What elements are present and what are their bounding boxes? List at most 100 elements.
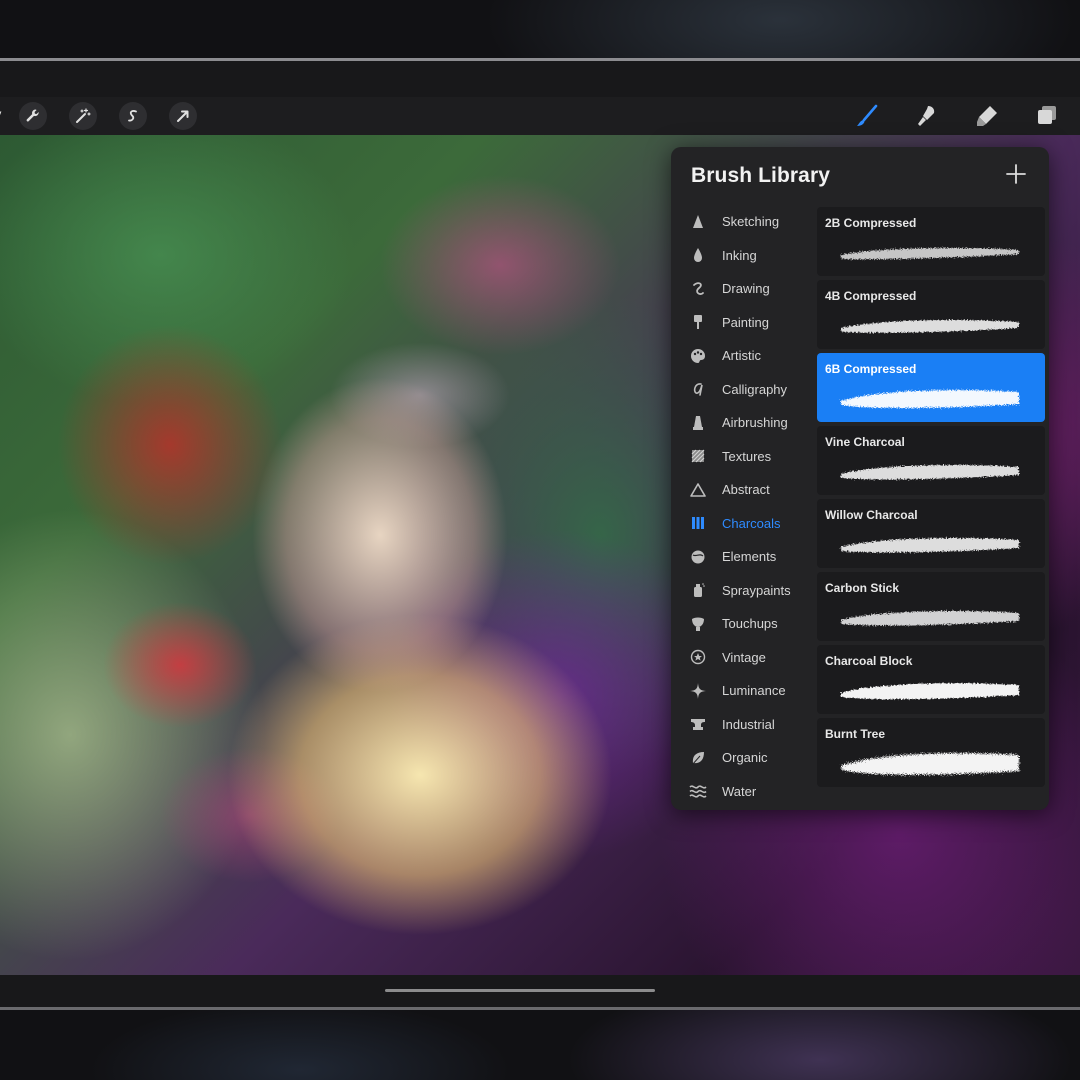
category-sketching[interactable]: Sketching [671, 205, 817, 239]
category-artistic[interactable]: Artistic [671, 339, 817, 373]
brush-library-panel: Brush Library Sketching Inking Drawing P… [671, 147, 1049, 810]
category-label: Textures [722, 448, 772, 464]
luminance-icon [687, 682, 709, 700]
smudge-tool-button[interactable] [914, 103, 940, 129]
brush-stroke-shape [841, 753, 1019, 775]
category-label: Touchups [722, 616, 778, 632]
calligraphy-icon [687, 380, 709, 398]
brush-item[interactable]: Burnt Tree [817, 718, 1045, 787]
adjustments-button[interactable] [69, 102, 98, 130]
elements-icon [687, 548, 709, 566]
brush-stroke-preview [841, 247, 1019, 260]
app-stage: ry [0, 0, 1080, 1080]
wrench-icon [26, 109, 39, 122]
category-label: Charcoals [722, 515, 781, 531]
category-painting[interactable]: Painting [671, 306, 817, 340]
toolbar-left-group: ry [0, 97, 219, 135]
category-calligraphy[interactable]: Calligraphy [671, 373, 817, 407]
brush-stroke-preview [841, 465, 1019, 480]
water-icon [687, 782, 709, 800]
category-industrial[interactable]: Industrial [671, 708, 817, 742]
category-charcoals[interactable]: Charcoals [671, 507, 817, 541]
brush-tool-button[interactable] [854, 103, 880, 129]
top-toolbar: ry [0, 97, 1080, 135]
category-drawing[interactable]: Drawing [671, 272, 817, 306]
layers-button[interactable] [1034, 103, 1060, 129]
brush-stroke-preview [841, 320, 1019, 333]
gallery-button[interactable]: ry [0, 107, 1, 125]
category-luminance[interactable]: Luminance [671, 674, 817, 708]
selection-button[interactable] [119, 102, 148, 130]
anvil-icon [687, 715, 709, 733]
category-airbrushing[interactable]: Airbrushing [671, 406, 817, 440]
spraypaint-icon [687, 581, 709, 599]
category-label: Industrial [722, 716, 775, 732]
category-label: Water [722, 783, 757, 799]
category-textures[interactable]: Textures [671, 440, 817, 474]
category-label: Airbrushing [722, 415, 788, 431]
brush-item[interactable]: 2B Compressed [817, 207, 1045, 276]
drawing-icon [687, 280, 709, 298]
brush-category-list: Sketching Inking Drawing Painting Artist… [671, 205, 817, 808]
brush-item[interactable]: Vine Charcoal [817, 426, 1045, 495]
brush-name: Willow Charcoal [825, 508, 918, 522]
home-indicator [385, 989, 655, 992]
brush-item[interactable]: 4B Compressed [817, 280, 1045, 349]
brush-stroke-preview [841, 390, 1019, 408]
brush-list: 2B Compressed 4B Compressed 6B Compressed V… [817, 207, 1045, 791]
brush-item[interactable]: Carbon Stick [817, 572, 1045, 641]
plus-icon [1006, 164, 1026, 184]
toolbar-right-group [854, 97, 1060, 135]
smudge-icon [918, 106, 935, 126]
magic-wand-icon [76, 108, 91, 123]
brush-stroke-shape [841, 320, 1019, 333]
transform-button[interactable] [169, 102, 198, 130]
brush-name: 2B Compressed [825, 216, 917, 230]
brush-name: 6B Compressed [825, 362, 917, 376]
brush-stroke-shape [841, 247, 1019, 260]
brush-stroke-shape [841, 611, 1019, 626]
airbrush-icon [687, 414, 709, 432]
brush-item[interactable]: Charcoal Block [817, 645, 1045, 714]
category-abstract[interactable]: Abstract [671, 473, 817, 507]
brush-stroke-shape [841, 683, 1019, 700]
category-elements[interactable]: Elements [671, 540, 817, 574]
selection-icon [128, 110, 138, 122]
category-label: Elements [722, 549, 777, 565]
brush-item[interactable]: 6B Compressed [817, 353, 1045, 422]
layers-icon [1038, 106, 1056, 124]
vintage-star-icon [687, 648, 709, 666]
eraser-icon [977, 106, 997, 126]
actions-button[interactable] [19, 102, 48, 130]
category-vintage[interactable]: Vintage [671, 641, 817, 675]
leaf-icon [687, 749, 709, 767]
brush-stroke-preview [841, 683, 1019, 700]
category-label: Artistic [722, 348, 761, 364]
category-label: Painting [722, 314, 769, 330]
brush-stroke-shape [841, 538, 1019, 553]
brush-stroke-preview [841, 611, 1019, 626]
brush-name: Carbon Stick [825, 581, 900, 595]
brush-name: Charcoal Block [825, 654, 913, 668]
brush-name: Burnt Tree [825, 727, 886, 741]
abstract-icon [687, 481, 709, 499]
brush-item[interactable]: Willow Charcoal [817, 499, 1045, 568]
eraser-tool-button[interactable] [974, 103, 1000, 129]
charcoals-icon [687, 514, 709, 532]
palette-icon [687, 347, 709, 365]
sketching-icon [687, 213, 709, 231]
category-label: Sketching [722, 214, 780, 230]
category-water[interactable]: Water [671, 775, 817, 809]
textures-icon [687, 447, 709, 465]
brush-stroke-preview [841, 538, 1019, 553]
brush-stroke-preview [841, 753, 1019, 775]
category-label: Spraypaints [722, 582, 791, 598]
category-inking[interactable]: Inking [671, 239, 817, 273]
panel-title: Brush Library [691, 164, 830, 187]
category-touchups[interactable]: Touchups [671, 607, 817, 641]
category-spraypaints[interactable]: Spraypaints [671, 574, 817, 608]
add-brush-button[interactable] [1005, 163, 1027, 185]
brush-name: Vine Charcoal [825, 435, 905, 449]
category-organic[interactable]: Organic [671, 741, 817, 775]
touchups-icon [687, 615, 709, 633]
